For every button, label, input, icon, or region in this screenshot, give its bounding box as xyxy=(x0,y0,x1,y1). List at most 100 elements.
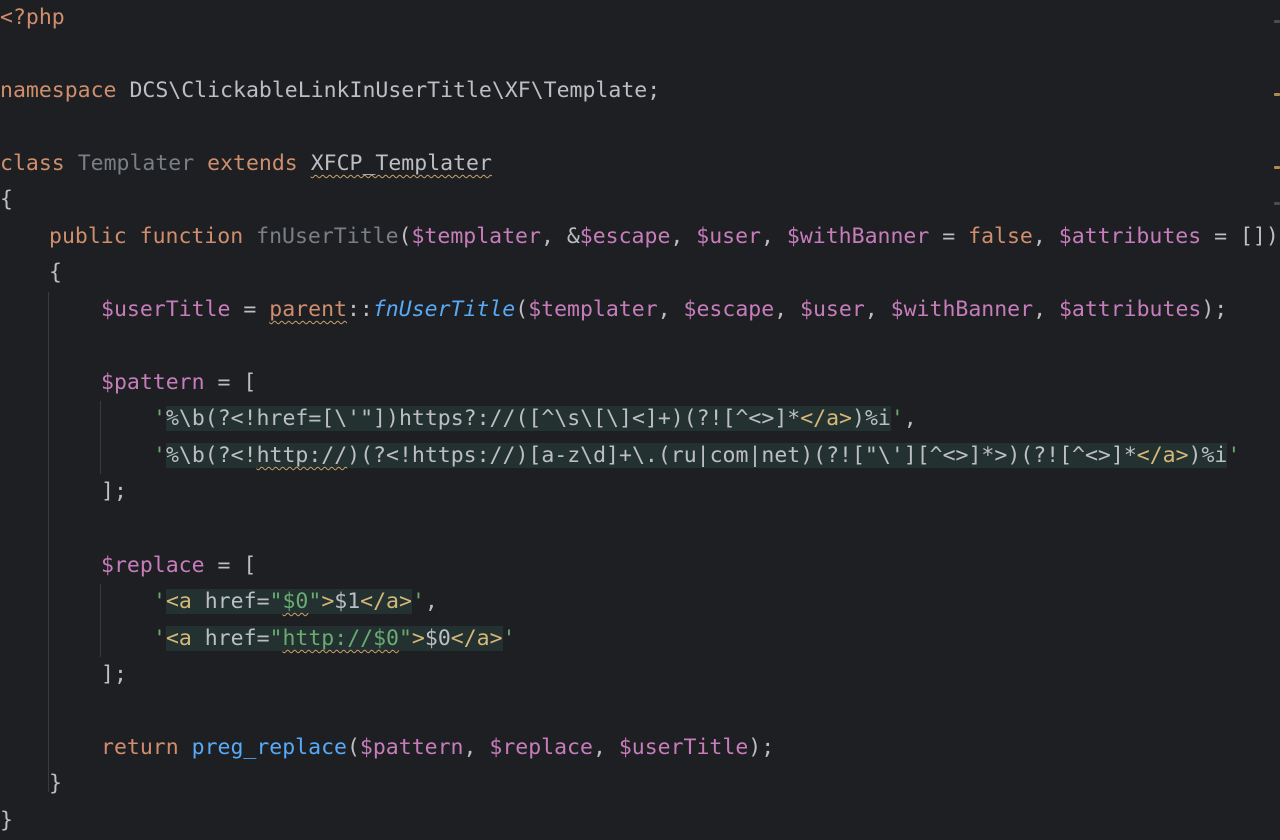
punctuation: , xyxy=(774,297,801,322)
punctuation: , xyxy=(903,406,917,431)
punctuation: ( xyxy=(346,735,360,760)
code-line[interactable]: namespace DCS\ClickableLinkInUserTitle\X… xyxy=(0,73,660,109)
regex-tag: </a> xyxy=(800,406,852,431)
code-line[interactable]: <?php xyxy=(0,0,65,36)
arg-templater: $templater xyxy=(528,297,658,322)
html-attr-value: " xyxy=(269,589,283,614)
arg-withbanner: $withBanner xyxy=(890,297,1034,322)
punctuation: , xyxy=(761,224,787,249)
array-close: ]; xyxy=(101,479,127,504)
regex-text: )%i xyxy=(852,406,891,431)
punctuation: , & xyxy=(540,224,580,249)
punctuation: ); xyxy=(748,735,775,760)
html-attr-value: " xyxy=(398,626,412,651)
punctuation: , xyxy=(670,224,697,249)
regex-pattern-1: %\b(?<!href=[\'"])https?://([^\s\[\]<]+)… xyxy=(165,406,891,431)
code-line[interactable]: } xyxy=(0,766,62,802)
code-line[interactable]: ]; xyxy=(0,657,127,693)
html-attr-value: $0 xyxy=(282,589,309,614)
string-quote: ' xyxy=(890,406,904,431)
regex-text: )%i xyxy=(1188,443,1228,468)
var-pattern: $pattern xyxy=(101,370,205,395)
code-line[interactable]: '%\b(?<!href=[\'"])https?://([^\s\[\]<]+… xyxy=(0,401,917,437)
string-quote: ' xyxy=(1227,443,1241,468)
keyword-namespace: namespace xyxy=(0,78,117,103)
punctuation: , xyxy=(1032,224,1059,249)
regex-tag: </a> xyxy=(1136,443,1189,468)
keyword-return: return xyxy=(101,735,179,760)
html-tag: <a xyxy=(165,626,192,651)
html-replacement-1: <a href="$0">$1</a> xyxy=(165,589,412,614)
punctuation: ( xyxy=(515,297,529,322)
code-line[interactable]: } xyxy=(0,803,13,839)
param-escape: $escape xyxy=(579,224,671,249)
code-line[interactable]: { xyxy=(0,182,13,218)
code-line[interactable]: '%\b(?<!http://)(?<!https://)[a-z\d]+\.(… xyxy=(0,438,1240,474)
code-line[interactable]: ]; xyxy=(0,474,127,510)
html-tag: > xyxy=(411,626,425,651)
punctuation: , xyxy=(657,297,684,322)
html-replacement-2: <a href="http://$0">$0</a> xyxy=(165,626,503,651)
code-line[interactable]: $userTitle = parent::fnUserTitle($templa… xyxy=(0,292,1227,328)
html-tag: </a> xyxy=(360,589,412,614)
regex-pattern-2: %\b(?<!http://)(?<!https://)[a-z\d]+\.(r… xyxy=(165,443,1228,468)
scrollbar-marker[interactable] xyxy=(1274,93,1280,96)
var-replace: $replace xyxy=(101,553,205,578)
arg-attributes: $attributes xyxy=(1058,297,1202,322)
code-line[interactable]: class Templater extends XFCP_Templater xyxy=(0,146,492,182)
punctuation: , xyxy=(864,297,891,322)
param-templater: $templater xyxy=(411,224,541,249)
string-quote: ' xyxy=(153,443,166,468)
var-usertitle: $userTitle xyxy=(101,297,231,322)
string-quote: ' xyxy=(153,626,166,651)
punctuation: , xyxy=(424,589,438,614)
html-tag: <a xyxy=(165,589,192,614)
method-name: fnUserTitle xyxy=(256,224,399,249)
class-name: Templater xyxy=(77,151,195,176)
regex-text: %\b(?<! xyxy=(165,443,257,468)
scrollbar-marker[interactable] xyxy=(1274,202,1280,205)
punctuation: , xyxy=(463,735,490,760)
arg-escape: $escape xyxy=(683,297,775,322)
code-line[interactable]: public function fnUserTitle($templater, … xyxy=(0,219,1279,255)
punctuation: = xyxy=(929,224,969,249)
html-attr: href= xyxy=(191,589,270,614)
code-line[interactable]: return preg_replace($pattern, $replace, … xyxy=(0,730,774,766)
keyword-class: class xyxy=(0,151,65,176)
html-text: $1 xyxy=(334,589,361,614)
keyword-parent: parent xyxy=(269,297,347,322)
param-withbanner: $withBanner xyxy=(786,224,930,249)
code-line[interactable]: '<a href="http://$0">$0</a>' xyxy=(0,621,516,657)
arg-usertitle: $userTitle xyxy=(618,735,749,760)
html-attr-value: " xyxy=(308,589,322,614)
regex-http: http:// xyxy=(256,443,348,468)
scrollbar-marker[interactable] xyxy=(1274,20,1280,23)
string-quote: ' xyxy=(411,589,425,614)
html-text: $0 xyxy=(424,626,451,651)
punctuation: = [ xyxy=(204,370,257,395)
punctuation: = [ xyxy=(204,553,257,578)
code-editor[interactable]: <?php namespace DCS\ClickableLinkInUserT… xyxy=(0,0,1280,840)
method-close-brace: } xyxy=(49,771,62,796)
literal-false: false xyxy=(968,224,1033,249)
param-user: $user xyxy=(696,224,762,249)
param-attributes: $attributes xyxy=(1058,224,1202,249)
parent-method-call: fnUserTitle xyxy=(372,297,516,322)
punctuation: :: xyxy=(346,297,373,322)
code-line[interactable]: '<a href="$0">$1</a>', xyxy=(0,584,438,620)
code-line[interactable]: $replace = [ xyxy=(0,548,256,584)
punctuation: ( xyxy=(398,224,412,249)
class-open-brace: { xyxy=(0,187,13,212)
html-tag: </a> xyxy=(450,626,503,651)
namespace-path: DCS\ClickableLinkInUserTitle\XF\Template… xyxy=(116,78,661,103)
function-call: preg_replace xyxy=(191,735,347,760)
code-line[interactable]: $pattern = [ xyxy=(0,365,256,401)
keyword-public: public xyxy=(49,224,127,249)
html-attr-value: " xyxy=(269,626,283,651)
string-quote: ' xyxy=(153,589,166,614)
punctuation: ); xyxy=(1201,297,1228,322)
php-open-tag: <?php xyxy=(0,5,65,30)
html-tag: > xyxy=(321,589,335,614)
scrollbar-marker[interactable] xyxy=(1274,166,1280,169)
code-line[interactable]: { xyxy=(0,255,62,291)
